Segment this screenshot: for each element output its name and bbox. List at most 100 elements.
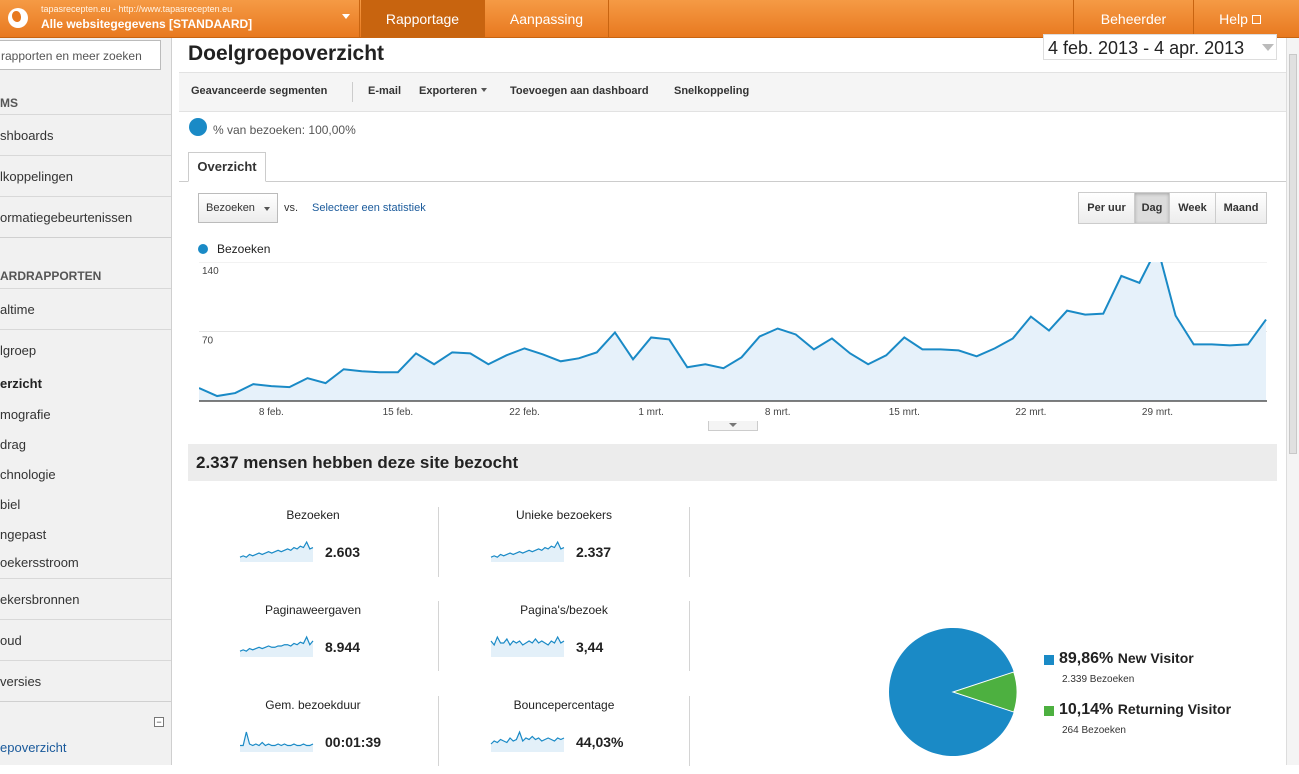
period-week-button[interactable]: Week <box>1170 193 1216 223</box>
pie-name-new: New Visitor <box>1117 650 1194 666</box>
metric-card: Pagina's/bezoek 3,44 <box>439 603 689 679</box>
sidebar-item-realtime[interactable]: altime <box>0 288 171 329</box>
metric-select[interactable]: Bezoeken <box>198 193 278 223</box>
export-button[interactable]: Exporteren <box>419 85 488 97</box>
metric-card: Paginaweergaven 8.944 <box>188 603 438 679</box>
advanced-segments-button[interactable]: Geavanceerde segmenten <box>191 85 327 97</box>
x-tick-label: 15 feb. <box>383 407 414 418</box>
metric-value: 2.603 <box>325 544 361 560</box>
add-to-dashboard-button[interactable]: Toevoegen aan dashboard <box>510 85 649 97</box>
metric-divider <box>689 507 690 577</box>
metric-divider <box>438 601 439 671</box>
x-tick-label: 1 mrt. <box>638 407 664 418</box>
page-title: Doelgroepoverzicht <box>188 42 385 65</box>
pie-pct-new: 89,86% <box>1059 650 1114 667</box>
sidebar-item-shortcuts[interactable]: lkoppelingen <box>0 155 171 196</box>
top-bar: tapasrecepten.eu - http://www.tapasrecep… <box>0 0 1299 38</box>
account-name: Alle websitegegevens [STANDAARD] <box>41 17 253 31</box>
chevron-down-icon <box>264 207 270 211</box>
tab-rapportage[interactable]: Rapportage <box>361 0 485 38</box>
period-month-button[interactable]: Maand <box>1216 193 1266 223</box>
period-toggle: Per uur Dag Week Maand <box>1078 192 1267 224</box>
toolbar: Geavanceerde segmenten E-mail Exporteren… <box>179 72 1286 112</box>
metric-sparkline <box>239 635 314 657</box>
sidebar-subitem-custom[interactable]: ngepast <box>0 527 171 542</box>
sparkline-area <box>491 637 564 657</box>
chevron-down-icon[interactable] <box>342 14 350 19</box>
sidebar-item-traffic-sources[interactable]: ekersbronnen <box>0 578 171 619</box>
metric-label: Paginaweergaven <box>264 603 362 617</box>
metric-card: Bezoeken 2.603 <box>188 508 438 584</box>
period-day-button[interactable]: Dag <box>1135 193 1170 223</box>
scrollbar[interactable] <box>1286 38 1299 765</box>
metric-card: Unieke bezoekers 2.337 <box>439 508 689 584</box>
metric-divider <box>689 601 690 671</box>
export-label: Exporteren <box>419 85 478 97</box>
sidebar-item-conversions[interactable]: versies <box>0 660 171 701</box>
globe-icon <box>8 8 28 28</box>
metric-label: Gem. bezoekduur <box>265 698 361 712</box>
pie-legend-returning: 10,14% Returning Visitor <box>1059 701 1231 719</box>
tab-aanpassing[interactable]: Aanpassing <box>485 0 609 38</box>
metric-label: Unieke bezoekers <box>515 508 613 522</box>
account-selector[interactable]: tapasrecepten.eu - http://www.tapasrecep… <box>0 0 360 38</box>
tab-overview[interactable]: Overzicht <box>188 152 266 182</box>
help-link[interactable]: Help <box>1193 0 1286 38</box>
summary-headline: 2.337 mensen hebben deze site bezocht <box>188 444 1277 481</box>
pie-pct-returning: 10,14% <box>1059 701 1114 718</box>
chevron-down-icon <box>1262 44 1274 51</box>
sidebar-subitem-visitors-flow[interactable]: oekersstroom <box>0 555 171 570</box>
sidebar-subitem-technology[interactable]: chnologie <box>0 467 171 482</box>
sidebar-footer-link[interactable]: epoverzicht <box>0 740 171 755</box>
account-url: tapasrecepten.eu - http://www.tapasrecep… <box>41 4 233 14</box>
sparkline-area <box>491 732 564 752</box>
y-tick-label: 70 <box>202 336 214 347</box>
sparkline-line <box>240 731 314 747</box>
sidebar-item-intelligence-events[interactable]: ormatiegebeurtenissen <box>0 196 171 237</box>
date-range-text: 4 feb. 2013 - 4 apr. 2013 <box>1048 38 1245 58</box>
metric-label: Bezoeken <box>286 508 340 522</box>
metric-value: 8.944 <box>325 639 361 655</box>
x-tick-label: 29 mrt. <box>1142 407 1173 418</box>
metric-card: Bouncepercentage 44,03% <box>439 698 689 774</box>
sidebar-subitem-overview[interactable]: erzicht <box>0 376 171 391</box>
metric-sparkline <box>490 635 565 657</box>
vs-label: vs. <box>284 202 299 214</box>
email-button[interactable]: E-mail <box>368 85 401 97</box>
date-range-picker[interactable]: 4 feb. 2013 - 4 apr. 2013 <box>1043 34 1277 60</box>
visitor-type-pie-chart <box>889 628 1018 756</box>
sidebar-subitem-demographics[interactable]: mografie <box>0 407 171 422</box>
metric-sparkline <box>239 540 314 562</box>
pie-name-returning: Returning Visitor <box>1117 701 1232 717</box>
metric-sparkline <box>240 731 314 752</box>
metric-value: 44,03% <box>576 734 624 750</box>
search-input[interactable]: rapporten en meer zoeken <box>0 40 161 70</box>
select-statistic-link[interactable]: Selecteer een statistiek <box>312 202 426 214</box>
pie-sub-returning: 264 Bezoeken <box>1062 725 1126 736</box>
sidebar-item-content[interactable]: oud <box>0 619 171 660</box>
legend-label: Bezoeken <box>217 242 271 256</box>
metric-divider <box>689 696 690 766</box>
sidebar-item-dashboards[interactable]: shboards <box>0 114 171 155</box>
x-tick-label: 8 feb. <box>259 407 284 418</box>
collapse-icon[interactable]: − <box>154 717 164 727</box>
sidebar-subitem-mobile[interactable]: biel <box>0 497 171 512</box>
scrollbar-thumb[interactable] <box>1289 54 1297 454</box>
period-hour-button[interactable]: Per uur <box>1079 193 1135 223</box>
segment-pie-icon <box>189 118 207 136</box>
pie-legend-new: 89,86% New Visitor <box>1059 650 1194 668</box>
metric-divider <box>438 507 439 577</box>
sidebar: rapporten en meer zoeken MS shboards lko… <box>0 38 172 765</box>
chart-resize-handle[interactable] <box>708 421 758 431</box>
toolbar-divider <box>352 82 353 102</box>
visits-line-chart: 70 140 8 feb. 15 feb. 22 feb. 1 mrt. 8 mrt. 15 … <box>199 262 1267 418</box>
sidebar-item-audience[interactable]: lgroep <box>0 329 171 370</box>
beheerder-link[interactable]: Beheerder <box>1073 0 1193 38</box>
metric-card: Gem. bezoekduur 00:01:39 <box>188 698 438 774</box>
shortcut-button[interactable]: Snelkoppeling <box>674 85 749 97</box>
legend-marker <box>198 244 208 254</box>
divider <box>0 701 171 702</box>
metric-select-value: Bezoeken <box>206 202 255 214</box>
sidebar-subitem-behavior[interactable]: drag <box>0 437 171 452</box>
metric-value: 3,44 <box>576 639 604 655</box>
